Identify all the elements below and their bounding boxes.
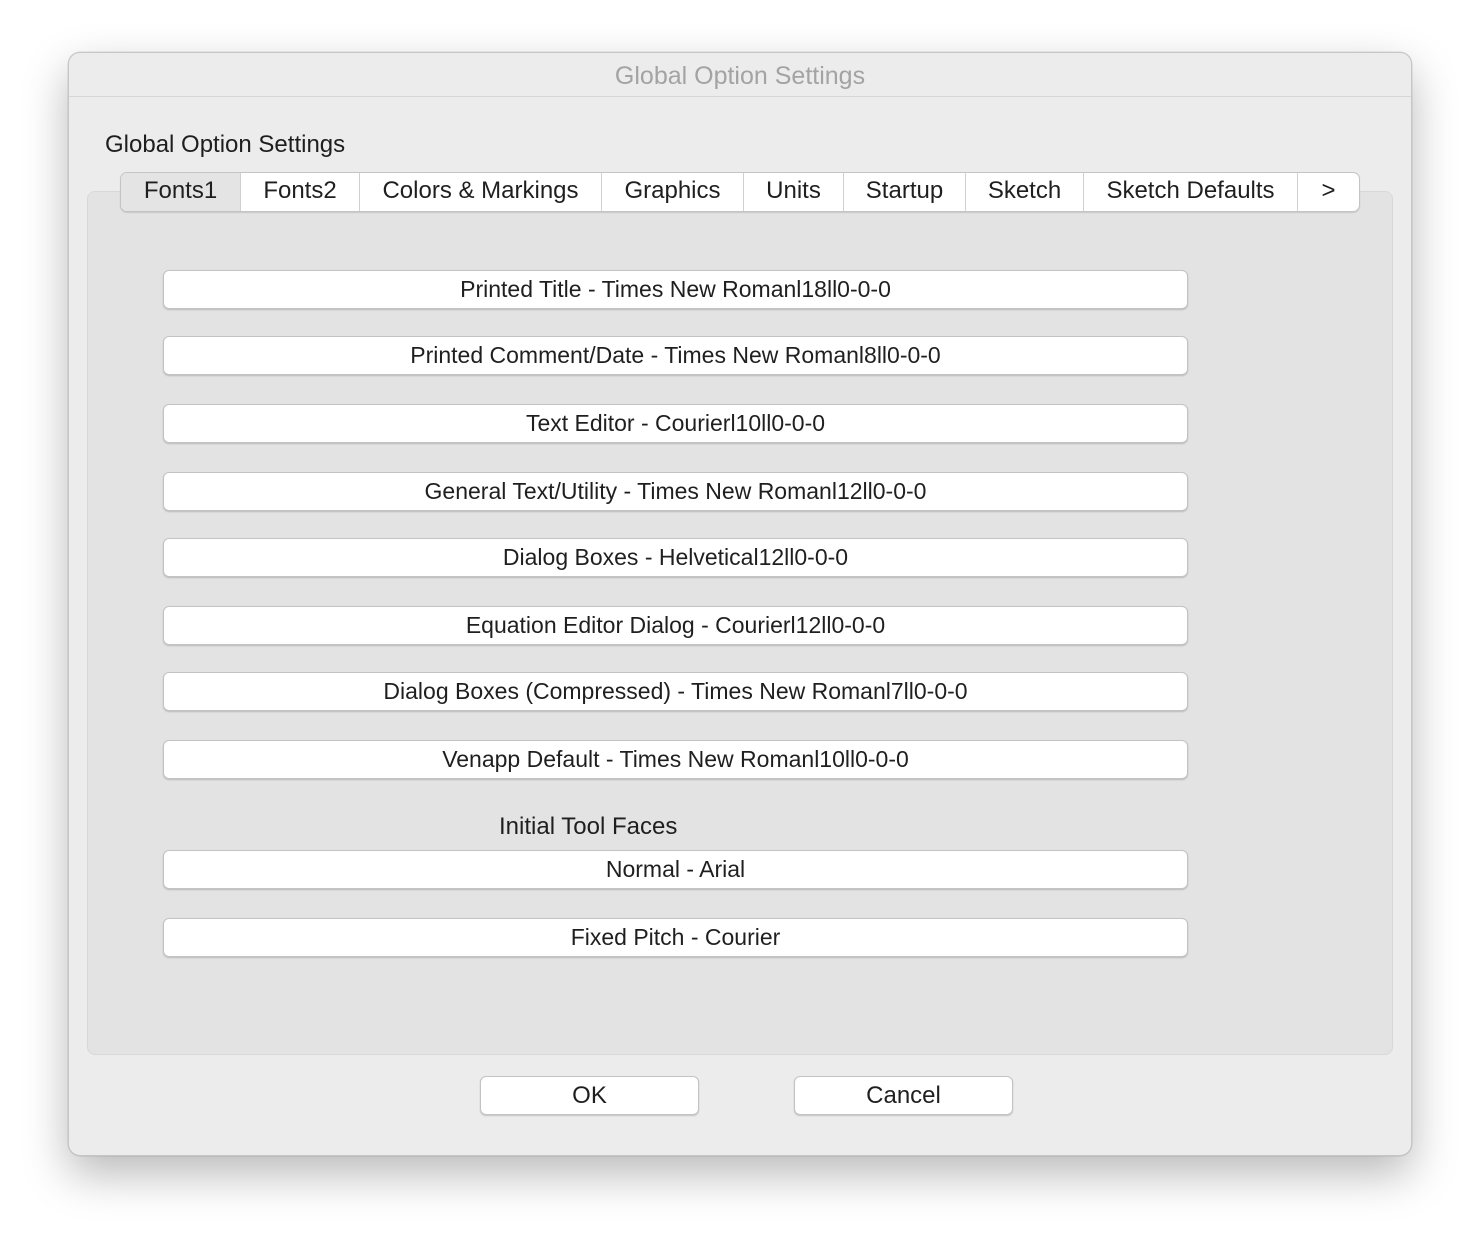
tool-face-button-normal[interactable]: Normal - Arial <box>163 850 1188 889</box>
global-option-settings-dialog: Global Option Settings Global Option Set… <box>68 52 1412 1156</box>
font-button-printed-title[interactable]: Printed Title - Times New Romanl18ll0-0-… <box>163 270 1188 309</box>
font-button-general-text-utility[interactable]: General Text/Utility - Times New Romanl1… <box>163 472 1188 511</box>
ok-button[interactable]: OK <box>480 1076 699 1115</box>
tool-face-button-fixed-pitch[interactable]: Fixed Pitch - Courier <box>163 918 1188 957</box>
initial-tool-faces-heading: Initial Tool Faces <box>499 813 678 840</box>
tab-sketch[interactable]: Sketch <box>966 173 1084 211</box>
tab-fonts1[interactable]: Fonts1 <box>121 173 241 211</box>
tab-sketch-defaults[interactable]: Sketch Defaults <box>1084 173 1298 211</box>
title-bar[interactable]: Global Option Settings <box>69 53 1411 97</box>
font-button-equation-editor-dialog[interactable]: Equation Editor Dialog - Courierl12ll0-0… <box>163 606 1188 645</box>
tab-startup[interactable]: Startup <box>844 173 966 211</box>
tab-colors-markings[interactable]: Colors & Markings <box>360 173 602 211</box>
section-heading: Global Option Settings <box>105 131 346 158</box>
tab-graphics[interactable]: Graphics <box>602 173 744 211</box>
tab-fonts2[interactable]: Fonts2 <box>241 173 360 211</box>
font-button-printed-comment-date[interactable]: Printed Comment/Date - Times New Romanl8… <box>163 336 1188 375</box>
tab-units[interactable]: Units <box>744 173 844 211</box>
font-button-text-editor[interactable]: Text Editor - Courierl10ll0-0-0 <box>163 404 1188 443</box>
tab-bar: Fonts1 Fonts2 Colors & Markings Graphics… <box>120 172 1360 212</box>
font-button-dialog-boxes[interactable]: Dialog Boxes - Helvetical12ll0-0-0 <box>163 538 1188 577</box>
window-title: Global Option Settings <box>614 62 866 90</box>
tab-content-panel: Printed Title - Times New Romanl18ll0-0-… <box>87 191 1393 1055</box>
tab-more-arrow[interactable]: > <box>1298 173 1359 211</box>
cancel-button[interactable]: Cancel <box>794 1076 1013 1115</box>
font-button-venapp-default[interactable]: Venapp Default - Times New Romanl10ll0-0… <box>163 740 1188 779</box>
font-button-dialog-boxes-compressed[interactable]: Dialog Boxes (Compressed) - Times New Ro… <box>163 672 1188 711</box>
